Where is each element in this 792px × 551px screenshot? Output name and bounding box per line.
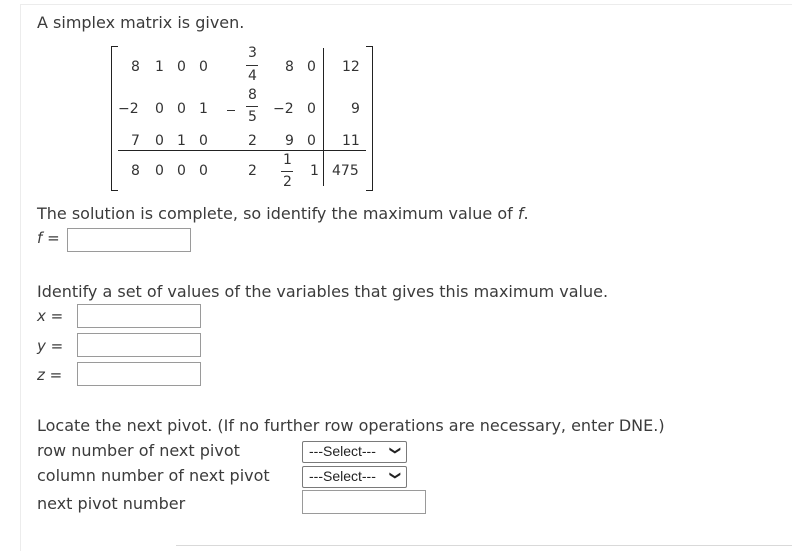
fraction-denominator: 2 [283,174,292,190]
matrix-rhs: 475 [332,163,359,179]
matrix-cell: 0 [307,59,316,75]
matrix-rhs: 12 [342,59,360,75]
panel-left-border [20,4,21,551]
fraction-line [246,65,258,66]
matrix-cell: −2 [273,101,294,117]
f-var-label: f [37,229,43,247]
chevron-down-icon: ❯ [388,445,401,456]
matrix-cell: 0 [199,59,208,75]
panel-top-border [20,4,792,5]
question-max-value: The solution is complete, so identify th… [37,204,529,223]
y-value-input[interactable] [77,333,201,357]
z-value-input[interactable] [77,362,201,386]
matrix-cell: 0 [199,163,208,179]
z-var-label: z [37,366,45,384]
x-label: x = [37,307,63,325]
matrix-cell: 8 [131,163,140,179]
matrix-cell: 1 [177,133,186,149]
matrix-cell: 0 [177,59,186,75]
matrix-cell: 7 [131,133,140,149]
question-variables: Identify a set of values of the variable… [37,282,609,301]
intro-text: A simplex matrix is given. [37,13,245,32]
fraction-numerator: 1 [283,152,292,168]
matrix-cell: 2 [248,163,257,179]
matrix-objective-bar [118,150,366,151]
fraction-line [246,106,258,107]
matrix-cell: 0 [177,101,186,117]
matrix-rhs: 9 [351,101,360,117]
equals-sign: = [50,337,64,355]
matrix-augment-bar [323,48,324,186]
matrix-cell: −2 [118,101,139,117]
question-text: The solution is complete, so identify th… [37,204,518,223]
matrix-cell: 0 [155,101,164,117]
row-pivot-label: row number of next pivot [37,441,240,460]
col-pivot-label: column number of next pivot [37,466,270,485]
z-label: z = [37,366,62,384]
matrix-left-bracket [111,46,118,191]
chevron-down-icon: ❯ [388,470,401,481]
row-pivot-select[interactable]: ---Select--- ❯ [302,441,407,463]
panel-bottom-border [176,545,792,546]
fraction-numerator: 3 [248,45,257,61]
matrix-cell: 0 [155,163,164,179]
fraction-numerator: 8 [248,87,257,103]
x-var-label: x [37,307,46,325]
matrix-cell: 0 [177,163,186,179]
f-value-input[interactable] [67,228,191,252]
matrix-cell: 0 [199,133,208,149]
f-label: f = [37,229,60,247]
pivot-number-input[interactable] [302,490,426,514]
matrix-cell: 1 [199,101,208,117]
matrix-cell: 0 [155,133,164,149]
pivot-number-label: next pivot number [37,494,186,513]
y-label: y = [37,337,63,355]
question-next-pivot: Locate the next pivot. (If no further ro… [37,416,665,435]
equals-sign: = [49,366,63,384]
col-pivot-select-value: ---Select--- [309,468,376,484]
matrix-rhs: 11 [342,133,360,149]
fraction-denominator: 4 [248,68,257,84]
period: . [523,204,529,223]
matrix-cell: 9 [285,133,294,149]
equals-sign: = [47,229,60,247]
equals-sign: = [50,307,64,325]
matrix-cell: 0 [307,101,316,117]
y-var-label: y [37,337,46,355]
matrix-cell: 2 [248,133,257,149]
matrix-right-bracket [366,46,373,191]
row-pivot-select-value: ---Select--- [309,443,376,459]
col-pivot-select[interactable]: ---Select--- ❯ [302,466,407,488]
fraction-denominator: 5 [248,109,257,125]
matrix-cell: 8 [131,59,140,75]
fraction-line [281,171,293,172]
x-value-input[interactable] [77,304,201,328]
matrix-cell: 0 [307,133,316,149]
matrix-cell: 8 [285,59,294,75]
matrix-cell: 1 [155,59,164,75]
minus-sign [227,110,235,111]
matrix-cell: 1 [310,163,319,179]
